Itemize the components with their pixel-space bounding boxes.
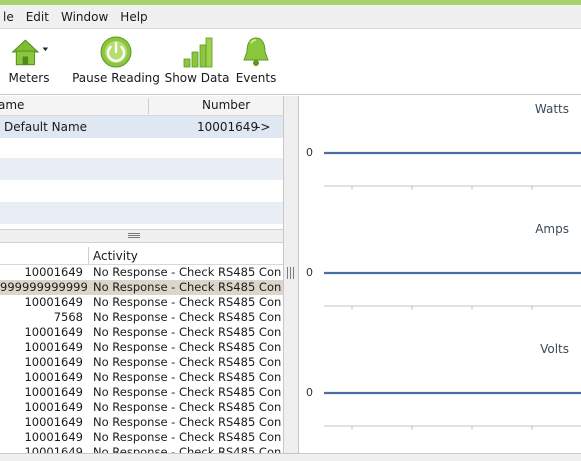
- activity-row[interactable]: 10001649 No Response - Check RS485 Conn..…: [0, 355, 283, 370]
- activity-row[interactable]: 10001649 No Response - Check RS485 Conn..…: [0, 400, 283, 415]
- bar-chart-icon: [177, 35, 217, 69]
- activity-message: No Response - Check RS485 Conn...: [93, 430, 281, 444]
- menu-help[interactable]: Help: [114, 5, 153, 29]
- vertical-splitter[interactable]: [283, 96, 299, 461]
- show-data-label: Show Data: [164, 71, 230, 85]
- column-separator: [88, 247, 89, 265]
- meter-name: Default Name: [4, 120, 88, 134]
- column-header-activity[interactable]: Activity: [93, 247, 138, 265]
- activity-meter-id: 10001649: [24, 385, 83, 399]
- show-data-button[interactable]: Show Data: [164, 35, 230, 91]
- activity-meter-id: 10001649: [24, 430, 83, 444]
- activity-message: No Response - Check RS485 Conn...: [93, 355, 281, 369]
- y-axis-zero-label: 0: [306, 266, 313, 279]
- meter-open-arrow[interactable]: ->: [256, 116, 270, 138]
- events-button[interactable]: Events: [236, 35, 276, 91]
- vertical-grip-icon: [287, 267, 295, 279]
- bell-icon: [236, 35, 276, 69]
- activity-message: No Response - Check RS485 Conn...: [93, 400, 281, 414]
- meter-number: 10001649: [197, 120, 259, 134]
- chart-title: Watts: [534, 102, 569, 116]
- menu-file[interactable]: le: [0, 5, 20, 29]
- activity-meter-id: 999999999999: [0, 280, 88, 294]
- activity-meter-id: 10001649: [24, 400, 83, 414]
- pause-reading-button[interactable]: Pause Reading: [72, 35, 160, 91]
- activity-message: No Response - Check RS485 Conn...: [93, 265, 281, 279]
- activity-row[interactable]: 10001649 No Response - Check RS485 Conn..…: [0, 295, 283, 310]
- activity-message: No Response - Check RS485 Conn...: [93, 385, 281, 399]
- power-icon: [96, 35, 136, 69]
- activity-row[interactable]: 10001649 No Response - Check RS485 Conn..…: [0, 385, 283, 400]
- events-label: Events: [235, 71, 277, 85]
- chart-title: Volts: [540, 342, 569, 356]
- volts-chart: Volts 0: [300, 336, 581, 455]
- activity-meter-id: 10001649: [24, 295, 83, 309]
- empty-row: [0, 158, 283, 180]
- activity-meter-id: 10001649: [24, 355, 83, 369]
- activity-table-header: Activity: [0, 247, 283, 265]
- pause-reading-label: Pause Reading: [72, 71, 160, 85]
- y-axis-zero-label: 0: [306, 146, 313, 159]
- activity-meter-id: 10001649: [24, 265, 83, 279]
- activity-message: No Response - Check RS485 Conn...: [93, 325, 281, 339]
- column-separator: [148, 98, 149, 114]
- activity-meter-id: 10001649: [24, 370, 83, 384]
- column-header-number[interactable]: Number: [202, 96, 250, 116]
- activity-message: No Response - Check RS485 Conn...: [93, 280, 281, 294]
- toolbar: Meters Pause Reading Show Data Events: [0, 29, 581, 95]
- activity-row[interactable]: 10001649 No Response - Check RS485 Conn..…: [0, 325, 283, 340]
- chart-pane: Watts 0 Amps 0 Volts 0: [300, 96, 581, 453]
- horizontal-splitter[interactable]: [0, 229, 283, 243]
- horizontal-grip-icon: [128, 233, 140, 239]
- watts-chart: Watts 0: [300, 96, 581, 215]
- activity-meter-id: 10001649: [24, 415, 83, 429]
- menu-edit[interactable]: Edit: [20, 5, 55, 29]
- status-strip: [0, 453, 581, 461]
- activity-row[interactable]: 999999999999 No Response - Check RS485 Co…: [0, 280, 283, 295]
- meters-button-label: Meters: [8, 71, 50, 85]
- meters-table-header: ame Number: [0, 96, 283, 116]
- activity-message: No Response - Check RS485 Conn...: [93, 295, 281, 309]
- activity-row[interactable]: 10001649 No Response - Check RS485 Conn..…: [0, 370, 283, 385]
- meters-button[interactable]: Meters: [4, 35, 54, 91]
- empty-row: [0, 180, 283, 202]
- column-header-name[interactable]: ame: [0, 96, 24, 116]
- activity-message: No Response - Check RS485 Conn...: [93, 415, 281, 429]
- left-pane: ame Number Default Name 10001649 -> Acti…: [0, 96, 283, 461]
- meter-row[interactable]: Default Name 10001649 ->: [0, 116, 283, 138]
- activity-meter-id: 7568: [53, 310, 83, 324]
- activity-meter-id: 10001649: [24, 325, 83, 339]
- empty-row: [0, 202, 283, 224]
- y-axis-zero-label: 0: [306, 386, 313, 399]
- amps-chart: Amps 0: [300, 216, 581, 335]
- activity-message: No Response - Check RS485 Conn...: [93, 310, 281, 324]
- home-icon: [9, 35, 49, 69]
- activity-message: No Response - Check RS485 Conn...: [93, 370, 281, 384]
- menu-window[interactable]: Window: [55, 5, 114, 29]
- empty-row: [0, 136, 283, 158]
- activity-row[interactable]: 10001649 No Response - Check RS485 Conn..…: [0, 430, 283, 445]
- activity-row[interactable]: 7568 No Response - Check RS485 Conn...: [0, 310, 283, 325]
- dropdown-arrow-icon: [42, 47, 49, 52]
- activity-message: No Response - Check RS485 Conn...: [93, 340, 281, 354]
- menu-bar: le Edit Window Help: [0, 5, 581, 29]
- activity-row[interactable]: 10001649 No Response - Check RS485 Conn..…: [0, 340, 283, 355]
- activity-row[interactable]: 10001649 No Response - Check RS485 Conn..…: [0, 265, 283, 280]
- activity-row[interactable]: 10001649 No Response - Check RS485 Conn..…: [0, 415, 283, 430]
- activity-meter-id: 10001649: [24, 340, 83, 354]
- chart-title: Amps: [535, 222, 569, 236]
- volts-chart-plot: [324, 391, 581, 430]
